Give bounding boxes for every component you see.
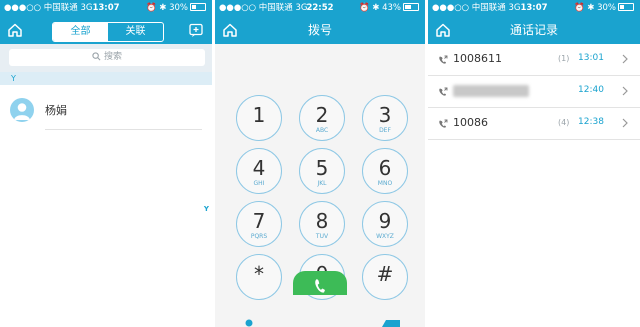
- search-icon: [92, 52, 101, 61]
- blurred-number: [453, 85, 529, 97]
- key-6[interactable]: 6 MNO: [362, 148, 408, 194]
- chevron-right-icon: [622, 54, 628, 64]
- outgoing-call-icon: [439, 119, 448, 128]
- nav-bar: 通话记录: [428, 16, 640, 44]
- contacts-screen: ●●●○○ 中国联通 3G 13:07 ⏰ ✱ 30% 全部 关联 搜索 Y 杨…: [0, 0, 212, 327]
- call-count: (1): [558, 54, 570, 63]
- call-log-item[interactable]: 10086 (4) 12:38: [428, 108, 640, 140]
- app-screenshots: ●●●○○ 中国联通 3G 13:07 ⏰ ✱ 30% 全部 关联 搜索 Y 杨…: [0, 0, 640, 327]
- key-star[interactable]: *: [236, 254, 282, 300]
- battery-indicator: ⏰ ✱ 30%: [574, 0, 634, 16]
- key-4[interactable]: 4 GHI: [236, 148, 282, 194]
- avatar: [10, 98, 34, 122]
- call-time: 13:01: [578, 53, 604, 63]
- key-8[interactable]: 8 TUV: [299, 201, 345, 247]
- contact-item[interactable]: 杨娟: [0, 90, 212, 130]
- call-number: 10086: [453, 116, 488, 129]
- dialer-screen: ●●●○○ 中国联通 3G 22:52 ⏰ ✱ 43% 拨号 1 2 ABC 3D…: [215, 0, 425, 327]
- battery-icon: [403, 3, 419, 11]
- chevron-right-icon: [622, 86, 628, 96]
- search-input[interactable]: 搜索: [9, 49, 205, 66]
- key-2[interactable]: 2 ABC: [299, 95, 345, 141]
- call-count: (4): [558, 118, 570, 127]
- call-time: 12:40: [578, 85, 604, 95]
- section-header: Y: [0, 72, 212, 85]
- battery-indicator: ⏰ ✱ 43%: [359, 0, 419, 16]
- status-bar: ●●●○○ 中国联通 3G 22:52 ⏰ ✱ 43%: [215, 0, 425, 16]
- contact-filter-tabs: 全部 关联: [52, 22, 164, 42]
- alphabet-index[interactable]: Y: [204, 205, 209, 213]
- divider: [45, 129, 202, 130]
- divider: [428, 139, 640, 140]
- key-7[interactable]: 7 PQRS: [236, 201, 282, 247]
- chevron-right-icon: [622, 118, 628, 128]
- contacts-shortcut-icon[interactable]: [237, 317, 261, 327]
- call-log-item[interactable]: 1008611 (1) 13:01: [428, 44, 640, 76]
- battery-icon: [190, 3, 206, 11]
- key-hash[interactable]: #: [362, 254, 408, 300]
- outgoing-call-icon: [439, 55, 448, 64]
- outgoing-call-icon: [439, 87, 448, 96]
- battery-indicator: ⏰ ✱ 30%: [146, 0, 206, 16]
- home-icon[interactable]: [7, 22, 23, 38]
- key-1[interactable]: 1: [236, 95, 282, 141]
- call-log-item[interactable]: 12:40: [428, 76, 640, 108]
- tab-linked[interactable]: 关联: [108, 23, 163, 41]
- key-9[interactable]: 9 WXYZ: [362, 201, 408, 247]
- call-log-screen: ●●●○○ 中国联通 3G 13:07 ⏰ ✱ 30% 通话记录 1008611…: [428, 0, 640, 327]
- call-number: 1008611: [453, 52, 502, 65]
- call-time: 12:38: [578, 117, 604, 127]
- status-bar: ●●●○○ 中国联通 3G 13:07 ⏰ ✱ 30%: [0, 0, 212, 16]
- add-contact-icon[interactable]: [188, 22, 204, 38]
- page-title: 通话记录: [509, 23, 558, 37]
- delete-icon[interactable]: [378, 317, 402, 327]
- key-3[interactable]: 3 DEF: [362, 95, 408, 141]
- search-bar: 搜索: [0, 44, 212, 72]
- battery-icon: [618, 3, 634, 11]
- phone-icon: [315, 279, 325, 293]
- status-bar: ●●●○○ 中国联通 3G 13:07 ⏰ ✱ 30%: [428, 0, 640, 16]
- nav-bar: 全部 关联: [0, 16, 212, 44]
- tab-all[interactable]: 全部: [53, 23, 108, 41]
- contact-name: 杨娟: [45, 104, 67, 117]
- page-title: 拨号: [307, 23, 332, 37]
- call-button[interactable]: [293, 271, 347, 295]
- key-5[interactable]: 5 JKL: [299, 148, 345, 194]
- nav-bar: 拨号: [215, 16, 425, 44]
